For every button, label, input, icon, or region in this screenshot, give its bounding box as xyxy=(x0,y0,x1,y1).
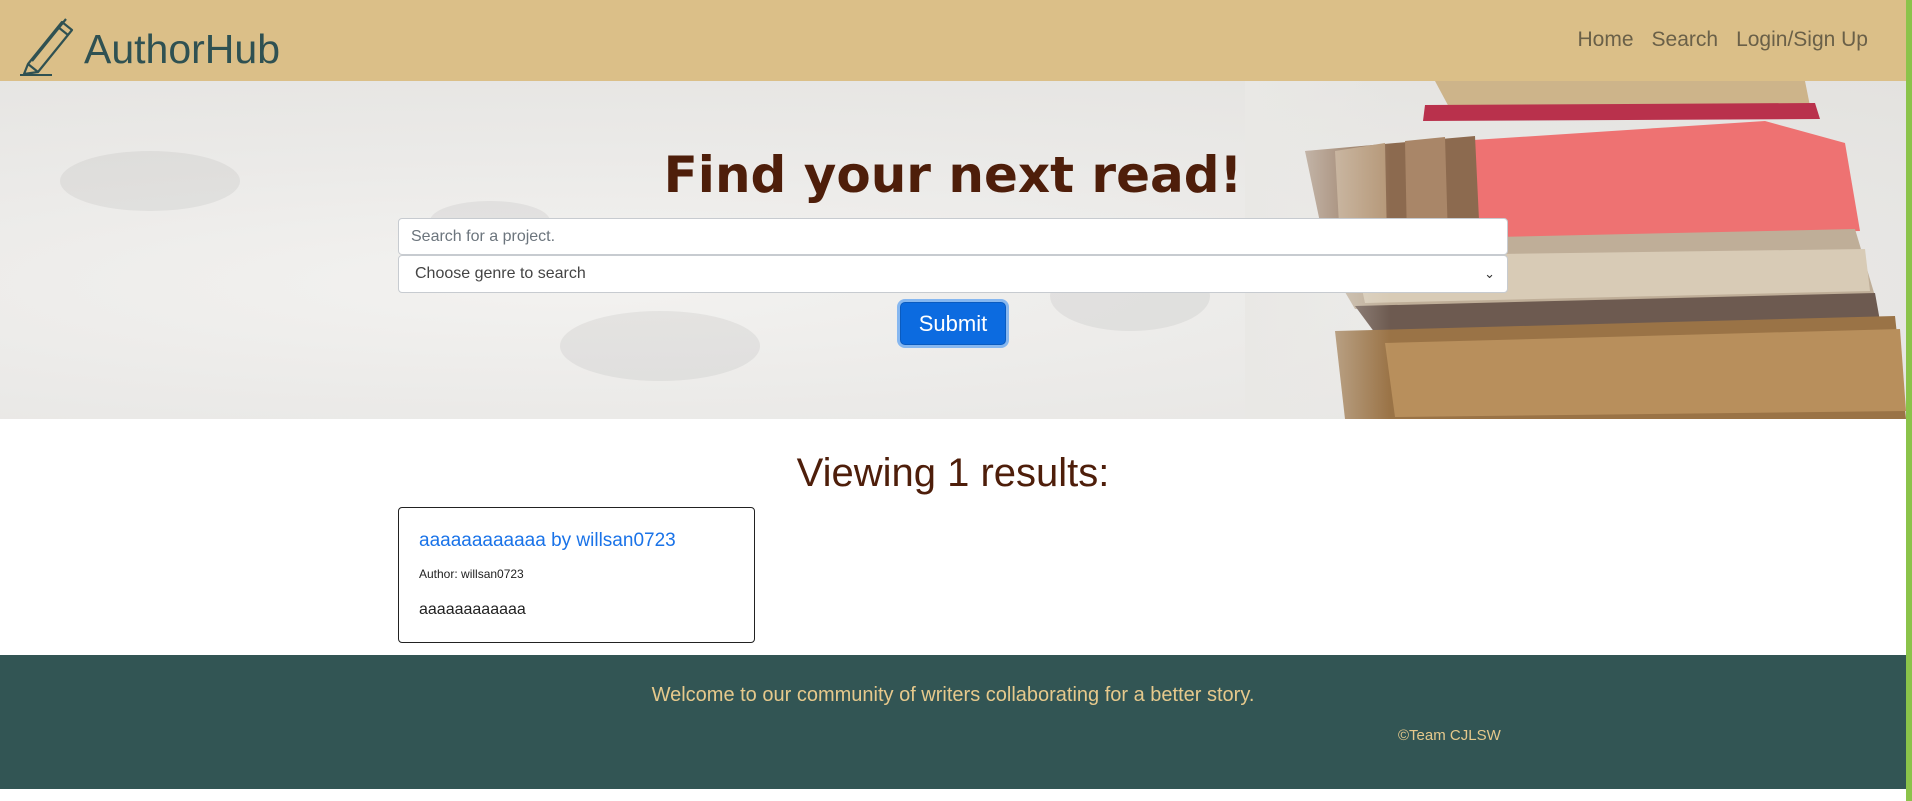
nav-login-link[interactable]: Login/Sign Up xyxy=(1736,28,1868,52)
genre-select-value: Choose genre to search xyxy=(415,265,586,282)
results-heading: Viewing 1 results: xyxy=(796,451,1110,495)
search-input[interactable] xyxy=(398,218,1508,255)
submit-button[interactable]: Submit xyxy=(900,302,1006,345)
brand[interactable]: AuthorHub xyxy=(18,14,280,76)
result-card-author: Author: willsan0723 xyxy=(419,567,524,581)
pencil-icon xyxy=(18,14,78,76)
footer-copyright: ©Team CJLSW xyxy=(1398,727,1501,744)
result-card-description: aaaaaaaaaaaa xyxy=(419,601,526,618)
result-card-title-link[interactable]: aaaaaaaaaaaa by willsan0723 xyxy=(419,530,676,552)
result-card: aaaaaaaaaaaa by willsan0723 Author: will… xyxy=(398,507,755,643)
nav-search-link[interactable]: Search xyxy=(1652,28,1719,52)
genre-select[interactable]: Choose genre to search ⌄ xyxy=(398,255,1508,293)
nav-links: Home Search Login/Sign Up xyxy=(1559,28,1868,52)
nav-home-link[interactable]: Home xyxy=(1577,28,1633,52)
navbar: AuthorHub Home Search Login/Sign Up xyxy=(0,0,1906,81)
footer: Welcome to our community of writers coll… xyxy=(0,655,1906,789)
chevron-down-icon: ⌄ xyxy=(1484,266,1495,281)
footer-message: Welcome to our community of writers coll… xyxy=(651,684,1255,706)
brand-name: AuthorHub xyxy=(84,26,281,72)
hero-title: Find your next read! xyxy=(663,146,1243,204)
window-edge xyxy=(1906,0,1912,801)
